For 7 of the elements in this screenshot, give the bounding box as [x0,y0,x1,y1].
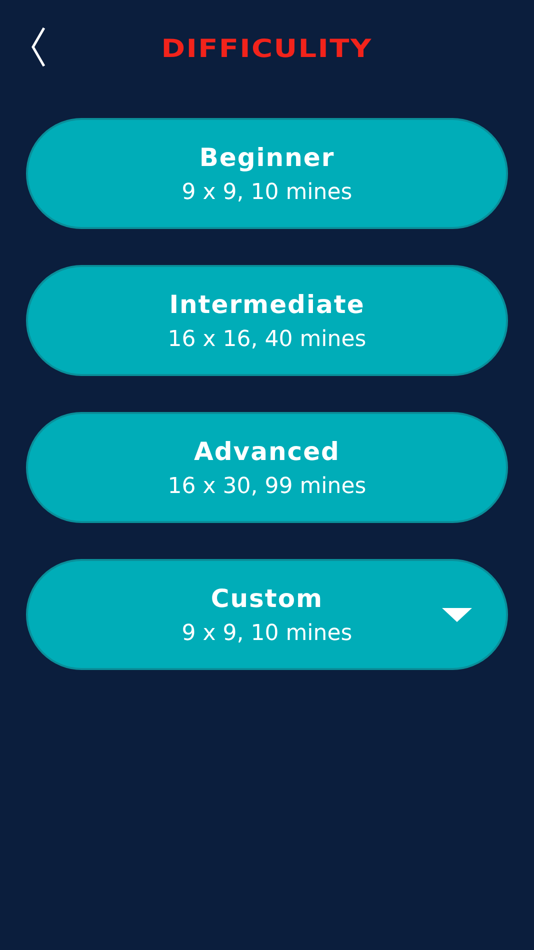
difficulty-option-button[interactable]: Advanced 16 x 30, 99 mines [26,412,508,523]
back-chevron-icon[interactable] [30,26,46,68]
caret-down-icon [442,608,472,622]
difficulty-option-button[interactable]: Beginner 9 x 9, 10 mines [26,118,508,229]
difficulty-option-button[interactable]: Intermediate 16 x 16, 40 mines [26,265,508,376]
screen-title: DIFFICULITY [161,34,373,62]
difficulty-option-button[interactable]: Custom 9 x 9, 10 mines [26,559,508,670]
